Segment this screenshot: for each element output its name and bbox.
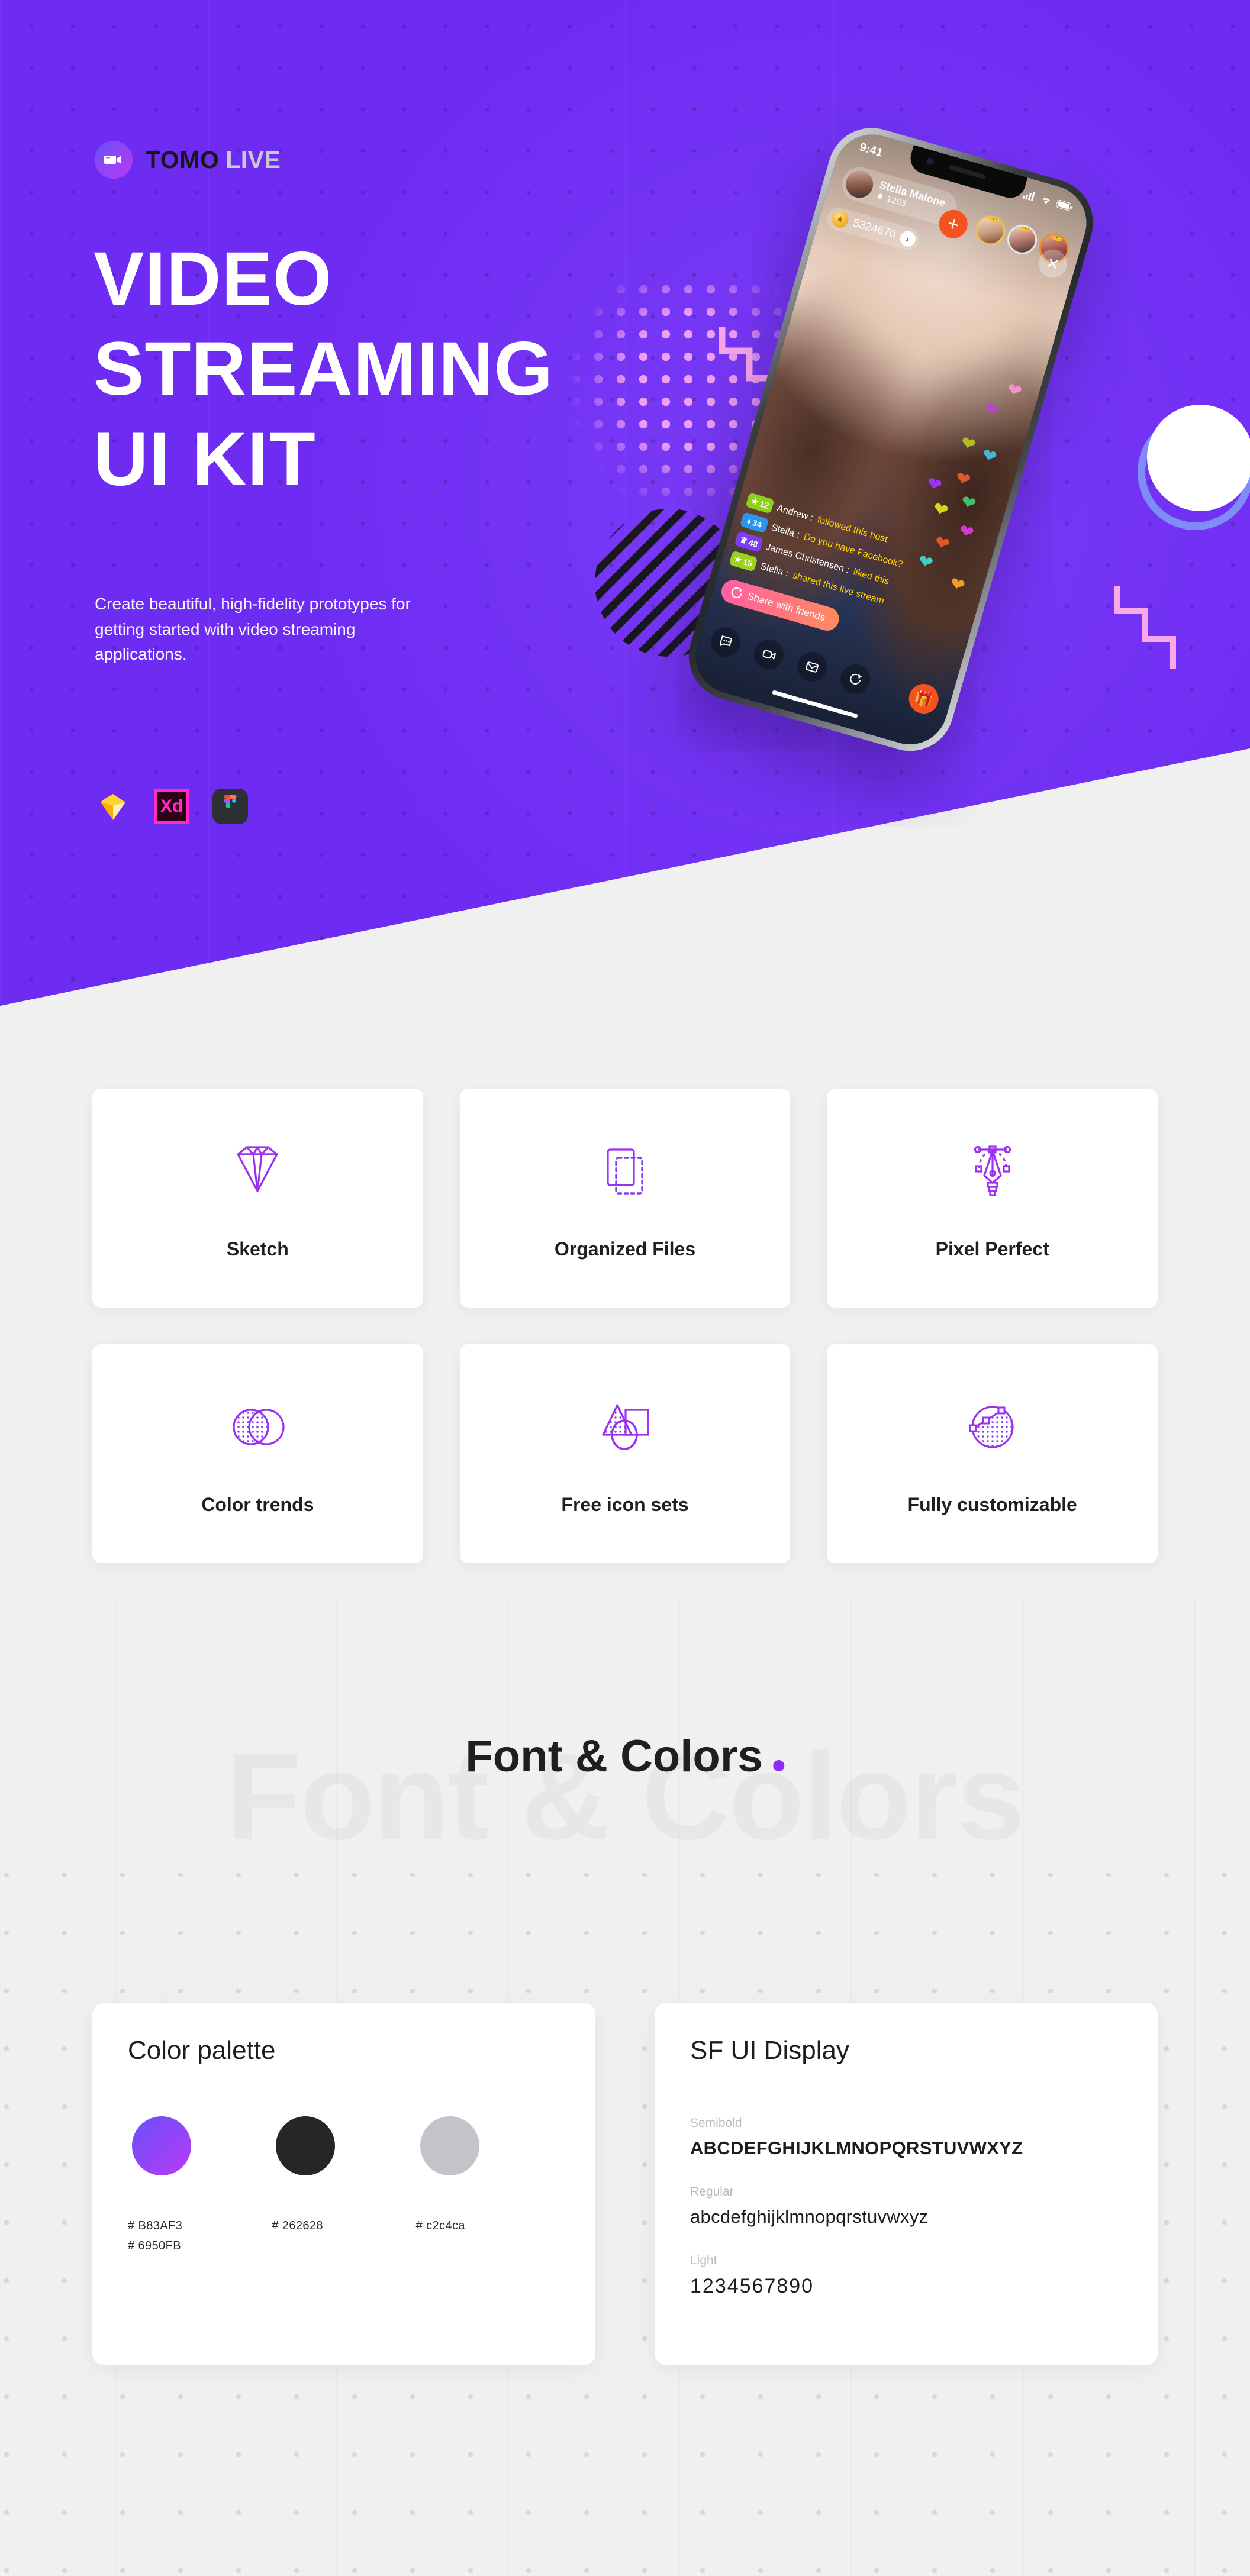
status-time: 9:41 xyxy=(858,140,885,160)
feature-label: Organized Files xyxy=(554,1238,696,1260)
heart-icon: ❤ xyxy=(930,498,951,522)
swatch-hex-values: # B83AF3 # 6950FB xyxy=(128,2216,182,2256)
type-sample: abcdefghijklmnopqrstuvwxyz xyxy=(690,2206,929,2227)
color-swatch-dark xyxy=(276,2116,336,2175)
brand-name-secondary: LIVE xyxy=(225,146,281,173)
level-badge: ♦ 34 xyxy=(740,512,769,534)
hero-headline: VIDEO STREAMING UI KIT xyxy=(94,234,553,505)
feature-label: Fully customizable xyxy=(907,1493,1077,1515)
coin-icon: ★ xyxy=(830,209,850,230)
pen-tool-icon xyxy=(974,1145,1011,1196)
hex-value: # 6950FB xyxy=(128,2239,181,2252)
hero-section: TOMO LIVE VIDEO STREAMING UI KIT Create b… xyxy=(0,0,1250,1006)
chat-user: Stella : xyxy=(770,522,801,540)
type-specimen: Light 1234567890 xyxy=(690,2254,1122,2298)
flame-icon xyxy=(878,192,882,199)
features-grid: Sketch Organized Files Pixel Perfect Col… xyxy=(92,1089,1158,1563)
feature-label: Free icon sets xyxy=(561,1493,689,1515)
feature-card-organized-files[interactable]: Organized Files xyxy=(459,1089,791,1308)
battery-icon xyxy=(1056,199,1073,211)
shapes-icon xyxy=(602,1403,649,1450)
swatch-hex-values: # 262628 xyxy=(272,2216,323,2236)
page-title-text: Font & Colors xyxy=(465,1731,763,1781)
accent-dot xyxy=(773,1760,785,1771)
share-icon xyxy=(731,587,743,599)
signal-icon xyxy=(1022,191,1035,202)
heart-icon: ❤ xyxy=(981,398,1001,422)
diamond-icon xyxy=(237,1145,278,1192)
white-circle-decoration xyxy=(1147,405,1250,511)
brand-name-primary: TOMO xyxy=(146,146,220,173)
feature-card-fully-customizable[interactable]: Fully customizable xyxy=(827,1344,1158,1563)
color-palette-title: Color palette xyxy=(128,2036,276,2065)
adobe-xd-label: Xd xyxy=(160,796,183,816)
level-badge: ♛ 48 xyxy=(734,531,763,553)
swatch-group[interactable]: # B83AF3 # 6950FB xyxy=(128,2116,272,2256)
hex-value: # c2c4ca xyxy=(415,2219,465,2232)
feature-card-free-icon-sets[interactable]: Free icon sets xyxy=(459,1344,791,1563)
customizable-circle-icon xyxy=(969,1405,1014,1448)
color-swatches: # B83AF3 # 6950FB # 262628 # c2c4ca xyxy=(128,2116,560,2256)
sketch-icon[interactable] xyxy=(95,788,131,825)
type-weight-label: Regular xyxy=(690,2185,734,2199)
feature-label: Sketch xyxy=(226,1238,289,1260)
chevron-right-icon[interactable]: › xyxy=(898,229,917,248)
feature-card-color-trends[interactable]: Color trends xyxy=(92,1344,423,1563)
heart-icon: ❤ xyxy=(953,468,973,491)
chat-text: liked this xyxy=(852,566,891,587)
heart-icon: ❤ xyxy=(958,432,978,456)
feature-label: Color trends xyxy=(201,1493,314,1515)
hex-value: # 262628 xyxy=(272,2219,323,2232)
video-camera-icon xyxy=(95,141,133,179)
brand-logo[interactable]: TOMO LIVE xyxy=(95,141,281,179)
type-weight-label: Semibold xyxy=(690,2116,742,2130)
supported-tools: Xd xyxy=(95,788,249,825)
type-specimen: Regular abcdefghijklmnopqrstuvwxyz xyxy=(690,2185,1122,2228)
type-sample: 1234567890 xyxy=(690,2275,814,2297)
features-section: Sketch Organized Files Pixel Perfect Col… xyxy=(0,1089,1250,1563)
heart-icon: ❤ xyxy=(1004,379,1025,402)
swatch-group[interactable]: # c2c4ca xyxy=(416,2116,560,2256)
type-sample: ABCDEFGHIJKLMNOPQRSTUVWXYZ xyxy=(690,2138,1023,2158)
feature-card-sketch[interactable]: Sketch xyxy=(92,1089,423,1308)
type-weight-label: Light xyxy=(690,2254,717,2267)
heart-icon: ❤ xyxy=(979,444,1000,468)
layers-files-icon xyxy=(607,1148,643,1195)
font-colors-panels: Color palette # B83AF3 # 6950FB # 262628… xyxy=(92,2003,1158,2365)
headline-line-2: STREAMING xyxy=(94,327,553,412)
overlapping-circles-icon xyxy=(233,1408,285,1445)
typography-title: SF UI Display xyxy=(690,2036,849,2065)
hero-subtitle: Create beautiful, high-fidelity prototyp… xyxy=(95,595,411,664)
headline-line-1: VIDEO xyxy=(94,237,333,321)
color-swatch-gradient xyxy=(132,2116,191,2175)
swatch-group[interactable]: # 262628 xyxy=(272,2116,415,2256)
pink-zigzag-decoration-2 xyxy=(1114,586,1176,669)
host-avatar xyxy=(842,167,877,201)
type-specimen: Semibold ABCDEFGHIJKLMNOPQRSTUVWXYZ xyxy=(690,2116,1122,2159)
figma-icon[interactable] xyxy=(212,788,249,825)
heart-icon: ❤ xyxy=(958,492,978,515)
color-palette-card: Color palette # B83AF3 # 6950FB # 262628… xyxy=(92,2003,595,2365)
color-swatch-grey xyxy=(420,2116,479,2175)
headline-line-3: UI KIT xyxy=(94,417,316,502)
page-title: Font & Colors xyxy=(465,1731,785,1782)
swatch-hex-values: # c2c4ca xyxy=(416,2216,465,2236)
feature-card-pixel-perfect[interactable]: Pixel Perfect xyxy=(827,1089,1158,1308)
heart-icon: ❤ xyxy=(956,521,977,544)
hex-value: # B83AF3 xyxy=(128,2219,183,2232)
brand-name: TOMO LIVE xyxy=(146,146,281,173)
typography-card: SF UI Display Semibold ABCDEFGHIJKLMNOPQ… xyxy=(655,2003,1158,2365)
heart-icon: ❤ xyxy=(947,573,968,597)
feature-label: Pixel Perfect xyxy=(935,1238,1049,1260)
adobe-xd-icon[interactable]: Xd xyxy=(153,788,190,825)
wifi-icon xyxy=(1042,198,1051,204)
